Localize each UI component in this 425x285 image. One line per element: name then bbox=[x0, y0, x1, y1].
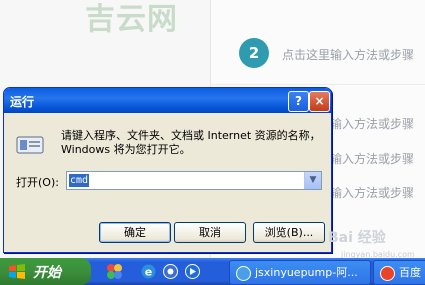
dialog-title: 运行 bbox=[10, 95, 35, 109]
chevron-down-icon[interactable]: ▼ bbox=[304, 172, 321, 189]
quick-launch-icon[interactable] bbox=[162, 263, 179, 280]
windows-flag-icon bbox=[9, 264, 25, 279]
step-number-badge: 2 bbox=[239, 38, 269, 68]
baidu-icon bbox=[380, 265, 395, 281]
step-input-placeholder[interactable]: 点击这里输入方法或步骤 bbox=[282, 46, 414, 63]
ok-button[interactable]: 确定 bbox=[99, 222, 171, 243]
browser-icon bbox=[236, 265, 251, 281]
help-button[interactable]: ? bbox=[288, 91, 309, 112]
close-button[interactable]: × bbox=[309, 91, 330, 112]
site-watermark: 吉云网 bbox=[85, 2, 178, 37]
dialog-description: 请键入程序、文件夹、文档或 Internet 资源的名称，Windows 将为您… bbox=[61, 129, 321, 156]
start-button[interactable]: 开始 bbox=[0, 258, 91, 285]
browse-button[interactable]: 浏览(B)... bbox=[253, 222, 325, 243]
command-input[interactable]: cmd bbox=[69, 174, 90, 187]
taskbar-window-baidu[interactable]: 百度 bbox=[373, 260, 425, 285]
taskbar: 开始 e jsxinyuepump-阿... 百度 bbox=[0, 258, 425, 285]
run-program-icon bbox=[16, 136, 44, 154]
start-label: 开始 bbox=[33, 265, 61, 281]
media-player-icon[interactable] bbox=[184, 263, 201, 280]
task-label: jsxinyuepump-阿... bbox=[255, 266, 358, 279]
cancel-button[interactable]: 取消 bbox=[174, 222, 246, 243]
dialog-title-bar[interactable]: 运行 ? × bbox=[4, 88, 331, 113]
app-launcher-icon[interactable] bbox=[106, 263, 123, 280]
baidu-watermark: Bai 经验 bbox=[328, 230, 386, 246]
taskbar-window-browser[interactable]: jsxinyuepump-阿... bbox=[229, 260, 371, 285]
svg-text:e: e bbox=[145, 266, 152, 279]
run-dialog: 运行 ? × 请键入程序、文件夹、文档或 Internet 资源的名称，Wind… bbox=[3, 87, 332, 253]
internet-explorer-icon[interactable]: e bbox=[140, 263, 157, 280]
command-combobox[interactable]: cmd ▼ bbox=[66, 171, 322, 190]
divider bbox=[210, 84, 425, 85]
open-label: 打开(O): bbox=[16, 176, 59, 189]
task-label: 百度 bbox=[399, 266, 421, 279]
